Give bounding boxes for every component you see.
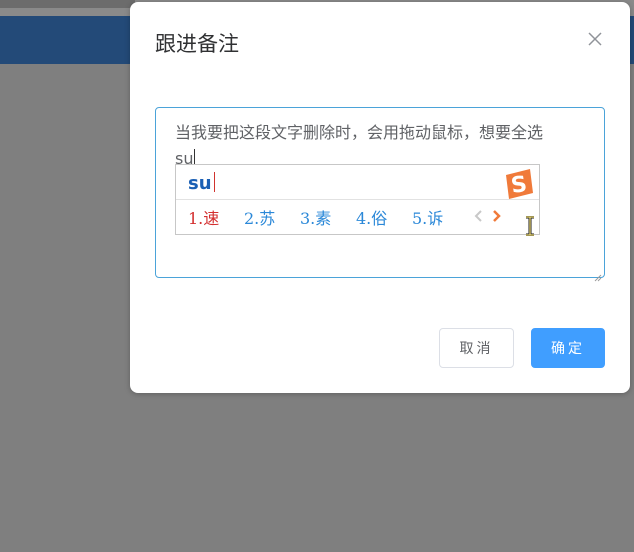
cancel-button[interactable]: 取消 — [439, 328, 514, 368]
textarea-value: 当我要把这段文字删除时，会用拖动鼠标，想要全选 — [175, 123, 544, 142]
ime-candidate[interactable]: 5.诉 — [412, 205, 468, 229]
close-icon[interactable] — [586, 30, 604, 48]
sogou-s-icon[interactable]: S — [500, 167, 536, 201]
chevron-left-icon[interactable] — [472, 207, 486, 225]
i-beam-cursor-icon — [524, 215, 536, 237]
confirm-button[interactable]: 确定 — [531, 328, 605, 368]
ime-candidate[interactable]: 4.俗 — [356, 205, 412, 229]
ime-composition: su — [188, 172, 215, 194]
browser-tab — [0, 0, 135, 8]
ime-divider — [176, 199, 539, 200]
chevron-right-icon[interactable] — [490, 207, 504, 225]
ime-candidate[interactable]: 1.速 — [188, 205, 244, 229]
ime-input-text: su — [188, 173, 212, 194]
ime-candidate-window: su S 1.速 2.苏 3.素 4.俗 5.诉 — [175, 164, 540, 235]
ime-candidate[interactable]: 2.苏 — [244, 205, 300, 229]
resize-handle-icon[interactable] — [594, 267, 602, 282]
ime-candidate-list: 1.速 2.苏 3.素 4.俗 5.诉 — [188, 205, 468, 229]
ime-candidate[interactable]: 3.素 — [300, 205, 356, 229]
dialog-title: 跟进备注 — [155, 32, 239, 56]
ime-caret — [213, 172, 215, 192]
